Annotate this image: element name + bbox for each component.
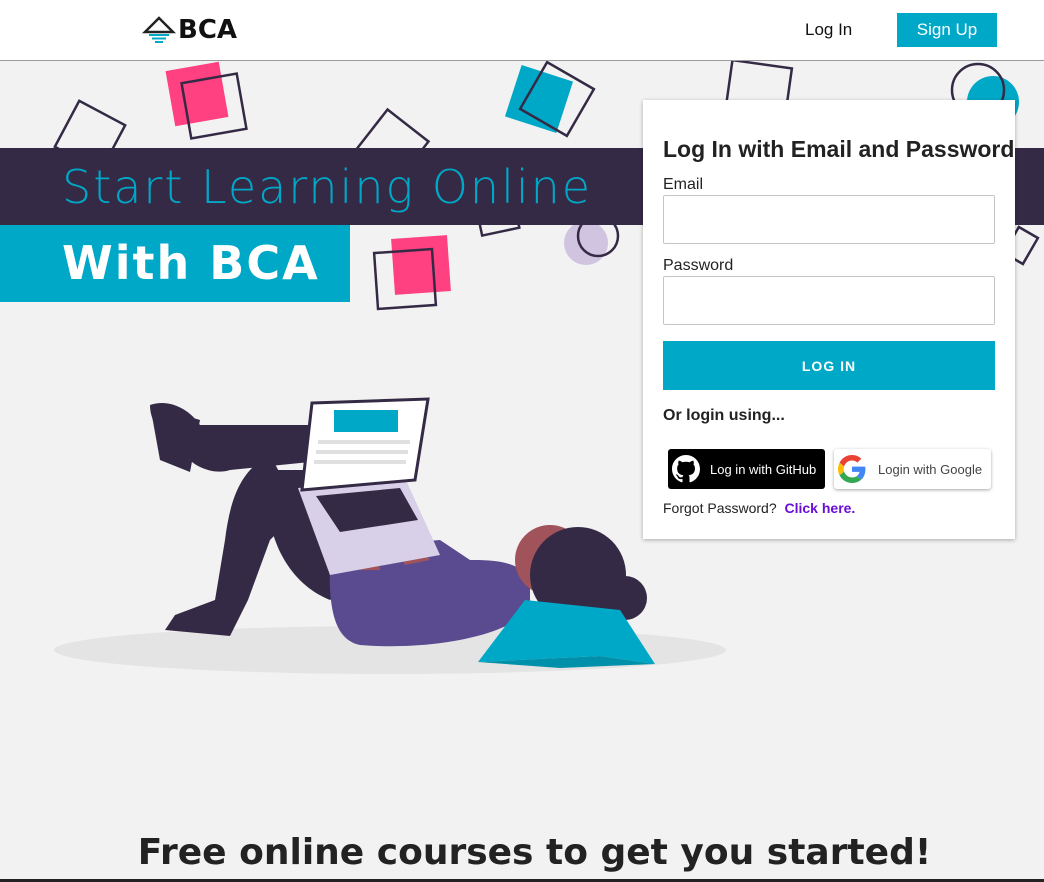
or-login-using-text: Or login using... [663,407,785,424]
login-card: Log In with Email and Password Email Pas… [643,100,1015,539]
logo-text: BCA [178,15,238,45]
login-card-title: Log In with Email and Password [663,136,1015,162]
signup-button[interactable]: Sign Up [897,13,997,47]
headline-band-dark-right [1013,148,1044,225]
forgot-password-text: Forgot Password? [663,500,777,516]
forgot-password-row: Forgot Password? Click here. [663,500,855,516]
github-login-button[interactable]: Log in with GitHub [668,449,825,489]
google-button-label: Login with Google [878,461,983,477]
password-label: Password [663,257,734,274]
nav-login-link[interactable]: Log In [805,20,852,40]
person-laptop-illustration [54,397,726,674]
brand-logo[interactable]: BCA [142,13,237,47]
password-field[interactable] [663,276,995,325]
google-icon [838,455,866,483]
logo-icon [142,16,176,43]
hero-headline-line1: Start Learning Online [62,160,593,214]
hero-headline-line2: With BCA [62,236,320,290]
github-icon [672,455,700,483]
navbar: BCA Log In Sign Up [0,0,1044,61]
email-field[interactable] [663,195,995,244]
github-button-label: Log in with GitHub [710,461,817,477]
google-login-button[interactable]: Login with Google [834,449,991,489]
courses-subtitle: Free online courses to get you started! [137,832,932,873]
login-button[interactable]: LOG IN [663,341,995,390]
forgot-password-link[interactable]: Click here. [785,500,856,516]
email-label: Email [663,176,704,193]
